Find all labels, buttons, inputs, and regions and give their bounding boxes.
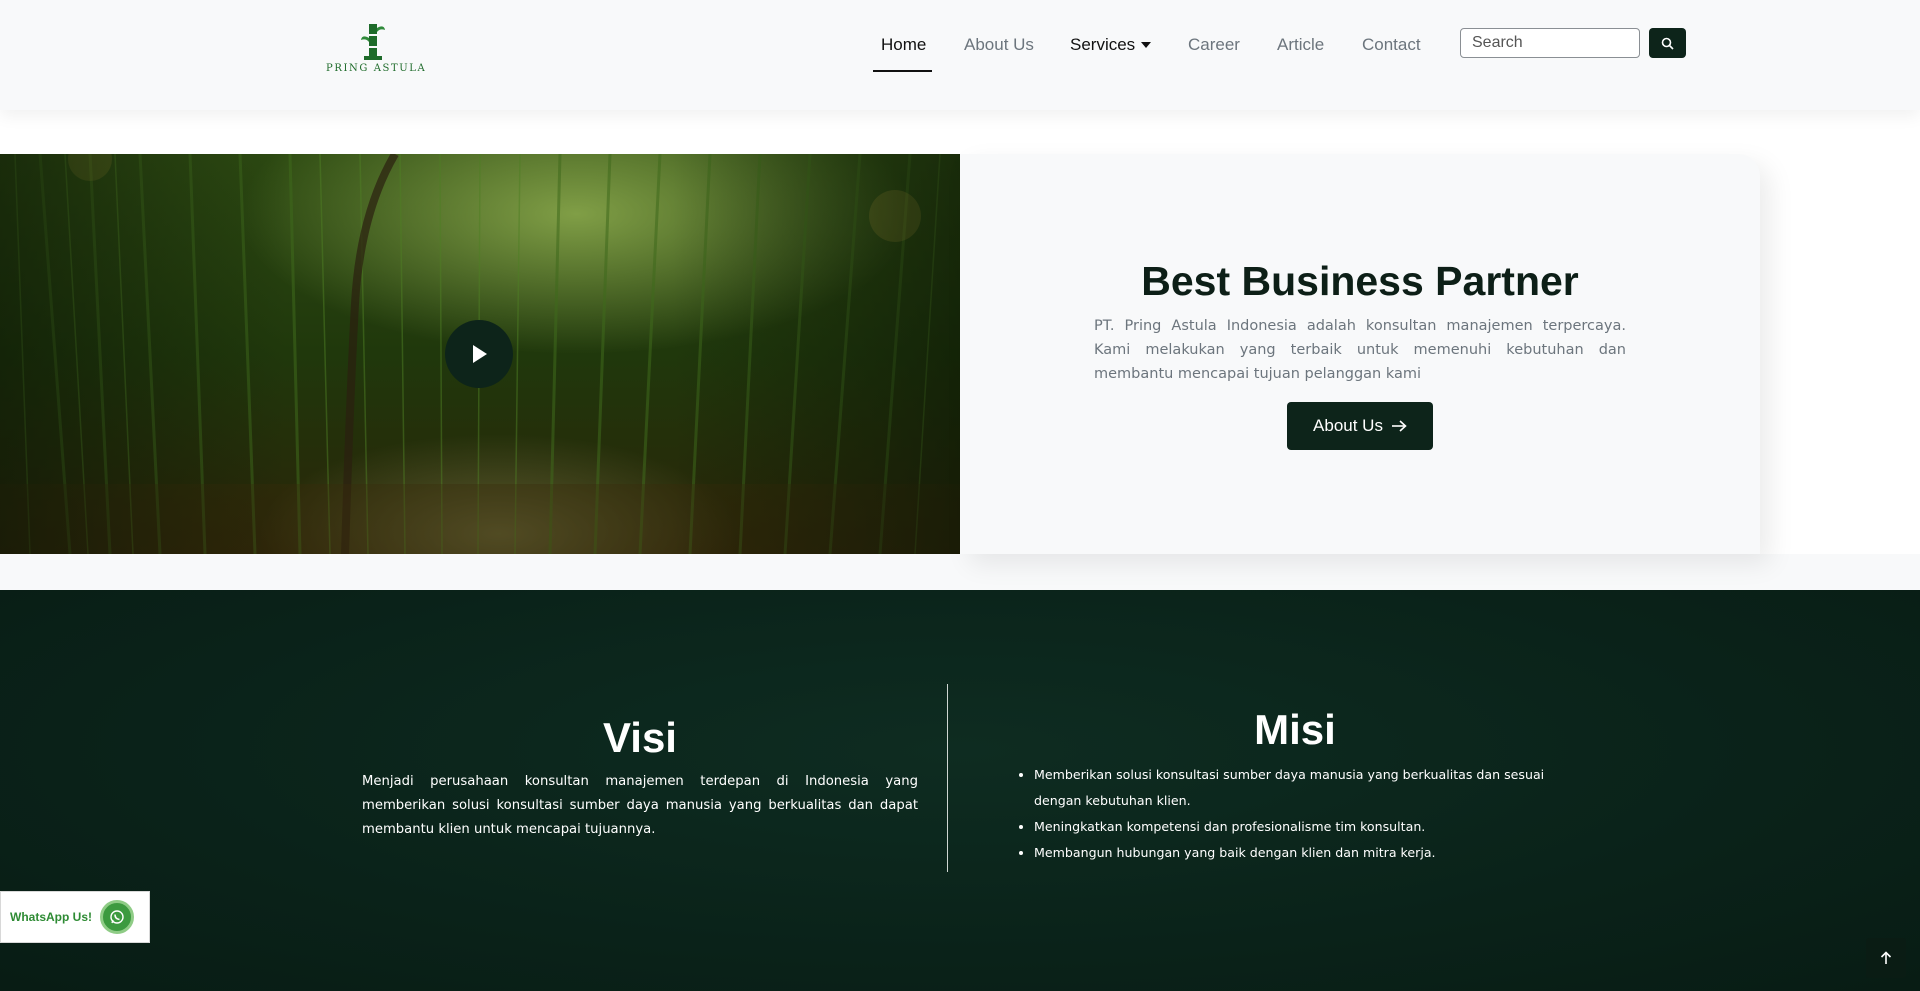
visi-title: Visi: [603, 714, 677, 761]
about-us-button-label: About Us: [1313, 416, 1383, 435]
arrow-right-icon: [1391, 420, 1407, 432]
arrow-up-icon: [1880, 951, 1892, 964]
whatsapp-widget[interactable]: WhatsApp Us!: [0, 891, 150, 943]
hero-video-thumbnail[interactable]: [0, 154, 960, 554]
nav-services[interactable]: Services: [1070, 35, 1152, 55]
misi-title: Misi: [1254, 706, 1336, 753]
hero-card: Best Business Partner PT. Pring Astula I…: [960, 154, 1760, 554]
back-to-top-button[interactable]: [1866, 938, 1906, 978]
misi-item: Membangun hubungan yang baik dengan klie…: [1034, 840, 1554, 866]
hero-description: PT. Pring Astula Indonesia adalah konsul…: [1094, 318, 1626, 382]
search-icon: [1661, 37, 1674, 50]
brand-logo[interactable]: PRING ASTULA: [326, 22, 427, 76]
search-button[interactable]: [1649, 28, 1686, 58]
nav-career[interactable]: Career: [1188, 35, 1240, 55]
misi-item: Memberikan solusi konsultasi sumber daya…: [1034, 762, 1554, 814]
misi-item: Meningkatkan kompetensi dan profesionali…: [1034, 814, 1554, 840]
about-us-button[interactable]: About Us: [1287, 402, 1433, 450]
visi-misi-divider: [947, 684, 948, 872]
caret-down-icon: [1141, 42, 1152, 48]
visi-misi-section: Visi Menjadi perusahaan konsultan manaje…: [0, 590, 1920, 991]
hero-bottom-band: [0, 554, 1920, 590]
misi-list: Memberikan solusi konsultasi sumber daya…: [1034, 762, 1554, 866]
nav-article[interactable]: Article: [1277, 35, 1324, 55]
bamboo-logo-icon: [361, 24, 385, 60]
hero-title: Best Business Partner: [1141, 258, 1579, 304]
search-input[interactable]: [1460, 28, 1640, 58]
visi-text: Menjadi perusahaan konsultan manajemen t…: [362, 774, 918, 837]
whatsapp-icon: [100, 900, 134, 934]
whatsapp-label: WhatsApp Us!: [10, 910, 92, 924]
nav-home[interactable]: Home: [881, 35, 926, 55]
nav-contact[interactable]: Contact: [1362, 35, 1421, 55]
nav-about-us[interactable]: About Us: [964, 35, 1034, 55]
play-video-button[interactable]: [445, 320, 513, 388]
play-icon: [473, 345, 487, 363]
nav-active-indicator: [873, 70, 932, 72]
brand-name: PRING ASTULA: [326, 63, 427, 74]
site-header: PRING ASTULA Home About Us Services Care…: [0, 0, 1920, 110]
nav-services-label: Services: [1070, 35, 1136, 54]
